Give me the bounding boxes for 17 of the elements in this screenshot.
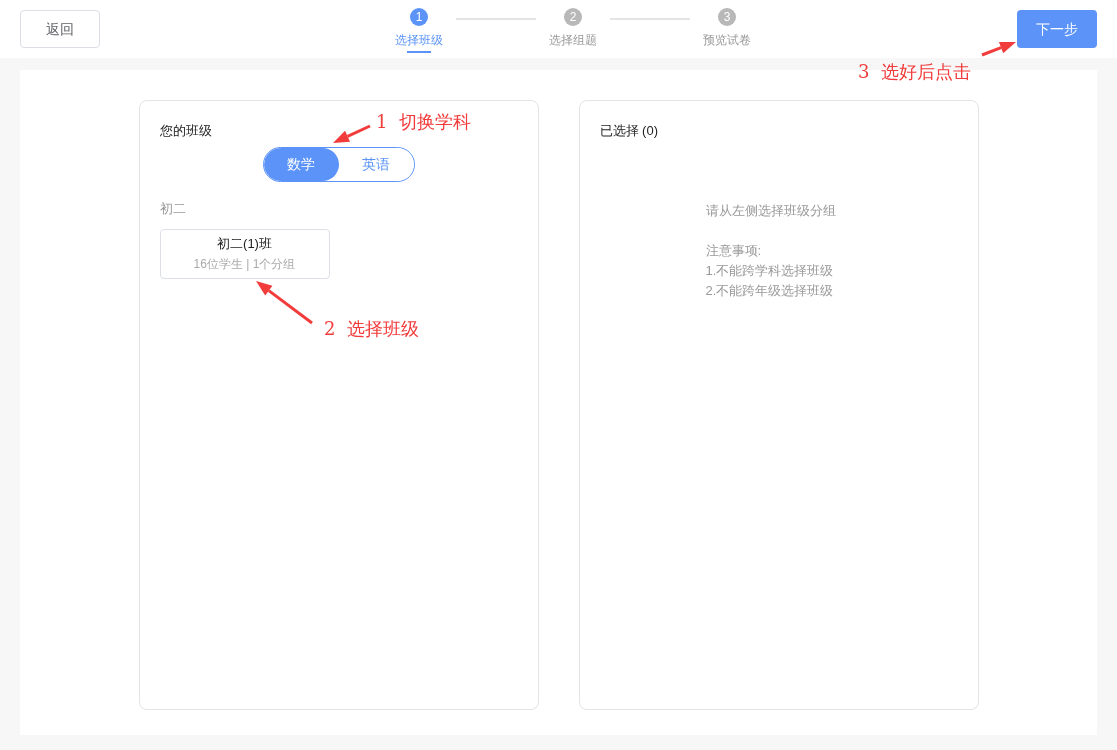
back-button[interactable]: 返回 <box>20 10 100 48</box>
panel-title: 已选择 (0) <box>599 122 659 140</box>
note-text: 2.不能跨年级选择班级 <box>705 282 835 300</box>
panel-title: 您的班级 <box>159 122 212 140</box>
step-tab[interactable]: 3 预览试卷 <box>688 8 766 53</box>
annotation-text: 2 选择班级 <box>324 317 419 341</box>
next-button[interactable]: 下一步 <box>1017 10 1097 48</box>
annotation-text: 1 切换学科 <box>376 110 471 134</box>
note-text: 1.不能跨学科选择班级 <box>705 262 835 280</box>
subject-tab[interactable]: 数学 <box>263 148 339 181</box>
grade-label: 初二 <box>159 200 187 218</box>
notes-title: 注意事项: <box>705 242 763 260</box>
hint-text: 请从左侧选择班级分组 <box>705 202 837 220</box>
class-card-item[interactable]: 初二(1)班 16位学生 | 1个分组 <box>159 228 330 279</box>
step-tab[interactable]: 1 选择班级 <box>380 8 458 53</box>
annotation-text: 3 选好后点击 <box>858 60 971 84</box>
step-tab[interactable]: 2 选择组题 <box>534 8 612 53</box>
